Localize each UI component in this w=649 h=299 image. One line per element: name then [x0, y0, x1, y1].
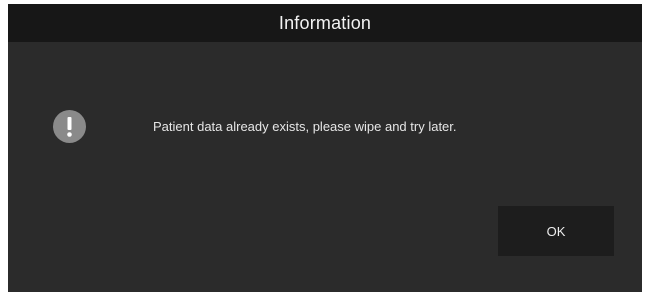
dialog-title: Information [278, 12, 372, 33]
dialog-message: Patient data already exists, please wipe… [153, 119, 457, 134]
exclamation-icon [53, 110, 86, 143]
exclamation-glyph [67, 117, 72, 137]
information-dialog: Information Patient data already exists,… [8, 4, 642, 292]
ok-button[interactable]: OK [498, 206, 614, 256]
dialog-titlebar: Information [8, 4, 642, 42]
